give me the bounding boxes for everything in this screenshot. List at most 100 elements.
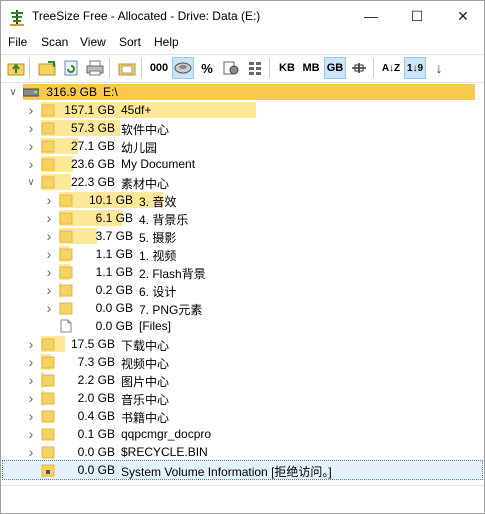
folder-name: 视频中心 [121,357,170,371]
allocated-space-button[interactable] [172,57,194,79]
tree-row[interactable]: › 0.4 GB 书籍中心 [3,407,482,425]
tree-row[interactable]: › 1.1 GB 1. 视频 [3,245,482,263]
chevron-down-icon[interactable]: ∨ [7,84,19,100]
folder-name: 软件中心 [121,123,170,137]
folder-name: 2. Flash背景 [139,267,206,281]
tree-row[interactable]: ∨ 22.3 GB 素材中心 [3,173,482,191]
tree-row[interactable]: 0.0 GB [Files] [3,317,482,335]
chevron-right-icon[interactable]: › [25,138,37,154]
folder-icon [118,63,136,76]
chevron-right-icon[interactable]: › [43,192,55,208]
folder-icon [41,338,55,351]
tree-row[interactable]: › 23.6 GB My Document [3,155,482,173]
app-icon [10,10,24,26]
folder-icon [59,266,73,279]
folder-size: 0.4 GB [77,409,115,423]
chevron-right-icon[interactable]: › [25,102,37,118]
chevron-right-icon[interactable]: › [43,228,55,244]
folder-name: System Volume Information [拒绝访问。] [121,465,332,479]
print-button[interactable] [84,57,106,79]
folder-name: 3. 音效 [139,195,177,209]
scan-up-button[interactable] [5,57,27,79]
folder-name: 1. 视频 [139,249,177,263]
digits-button[interactable]: 000 [148,57,170,79]
tree-row[interactable]: › 0.0 GB $RECYCLE.BIN [3,443,482,461]
folder-size: 7.3 GB [77,355,115,369]
auto-unit-button[interactable] [348,57,370,79]
chevron-right-icon[interactable]: › [43,282,55,298]
chevron-right-icon[interactable]: › [25,372,37,388]
menu-help[interactable]: Help [154,35,179,49]
tree-row[interactable]: › 1.1 GB 2. Flash背景 [3,263,482,281]
folder-icon [41,122,55,135]
tree-row[interactable]: › 2.2 GB 图片中心 [3,371,482,389]
tree-row[interactable]: › 2.0 GB 音乐中心 [3,389,482,407]
folder-size: 316.9 GB [46,85,97,99]
folder-name: $RECYCLE.BIN [121,445,208,459]
folder-icon [59,194,73,207]
folder-icon [59,248,73,261]
chevron-right-icon[interactable]: › [25,336,37,352]
folder-name: 素材中心 [121,177,170,191]
window-title: TreeSize Free - Allocated - Drive: Data … [32,9,261,23]
tree-row[interactable]: › 157.1 GB 45df+ [3,101,482,119]
tree-row[interactable]: › 3.7 GB 5. 摄影 [3,227,482,245]
chevron-right-icon[interactable]: › [25,354,37,370]
chevron-right-icon[interactable]: › [43,210,55,226]
tree-row[interactable]: 0.0 GB System Volume Information [拒绝访问。] [2,460,483,480]
title-bar: TreeSize Free - Allocated - Drive: Data … [1,1,484,32]
folder-size: 1.1 GB [95,247,133,261]
menu-file[interactable]: File [8,35,27,49]
folder-icon [59,230,73,243]
chevron-right-icon[interactable]: › [25,120,37,136]
chevron-right-icon[interactable]: › [25,444,37,460]
close-button[interactable]: ✕ [440,1,485,32]
columns-button[interactable] [244,57,266,79]
minimize-button[interactable]: — [348,1,394,32]
printer-icon [86,60,104,76]
folder-size: 57.3 GB [70,121,115,135]
tree-row[interactable]: › 27.1 GB 幼儿园 [3,137,482,155]
unit-kb-button[interactable]: KB [276,57,298,79]
chevron-right-icon[interactable]: › [25,408,37,424]
menu-scan[interactable]: Scan [41,35,68,49]
chevron-right-icon[interactable]: › [43,264,55,280]
tree-row[interactable]: › 0.0 GB 7. PNG元素 [3,299,482,317]
menu-sort[interactable]: Sort [119,35,141,49]
open-folder-button[interactable] [36,57,58,79]
chevron-right-icon[interactable]: › [43,246,55,262]
sort-name-button[interactable]: A↓Z [380,57,402,79]
tree-row[interactable]: › 10.1 GB 3. 音效 [3,191,482,209]
folder-size: 0.2 GB [95,283,133,297]
folder-icon [41,176,55,189]
maximize-button[interactable]: ☐ [394,1,440,32]
unit-gb-button[interactable]: GB [324,57,346,79]
chevron-right-icon[interactable]: › [25,390,37,406]
chevron-down-icon[interactable]: ∨ [25,174,37,190]
unit-mb-button[interactable]: MB [300,57,322,79]
chevron-right-icon[interactable]: › [43,300,55,316]
sort-size-button[interactable]: 1↓9 [404,57,426,79]
tree-row[interactable]: › 7.3 GB 视频中心 [3,353,482,371]
refresh-button[interactable] [60,57,82,79]
tree-row[interactable]: ∨ 316.9 GB E:\ [3,83,482,101]
explorer-button[interactable] [116,57,138,79]
tree-row[interactable]: › 0.1 GB qqpcmgr_docpro [3,425,482,443]
menu-view[interactable]: View [80,35,106,49]
folder-name: 45df+ [121,103,152,117]
folder-size: 27.1 GB [70,139,115,153]
locked-folder-icon [41,464,55,477]
folder-icon [59,284,73,297]
tree-row[interactable]: › 0.2 GB 6. 设计 [3,281,482,299]
folder-name: 音乐中心 [121,393,170,407]
sort-descending-button[interactable]: ↓ [428,57,450,79]
percent-button[interactable]: % [196,57,218,79]
tree-row[interactable]: › 17.5 GB 下载中心 [3,335,482,353]
folder-name: 5. 摄影 [139,231,177,245]
chevron-right-icon[interactable]: › [25,426,37,442]
file-count-button[interactable] [220,57,242,79]
tree-row[interactable]: › 6.1 GB 4. 背景乐 [3,209,482,227]
tree-row[interactable]: › 57.3 GB 软件中心 [3,119,482,137]
folder-icon [41,356,55,369]
chevron-right-icon[interactable]: › [25,156,37,172]
